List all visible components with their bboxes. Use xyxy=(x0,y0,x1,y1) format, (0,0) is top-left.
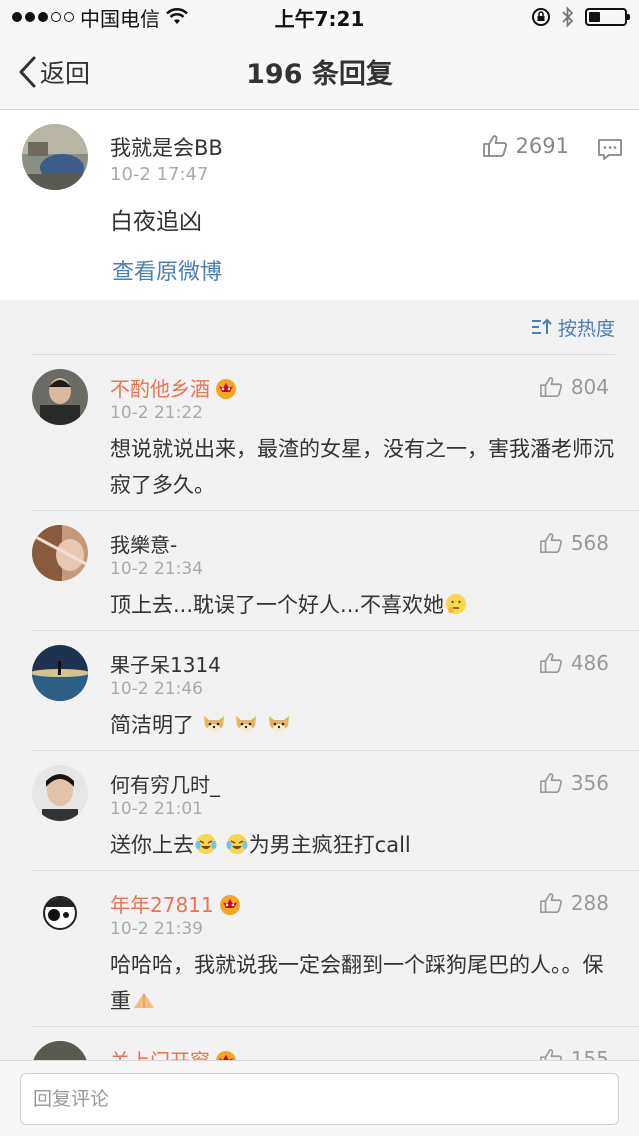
post-time: 10-2 17:47 xyxy=(110,164,209,185)
sort-toggle[interactable]: 按热度 xyxy=(0,300,639,354)
post-username[interactable]: 我就是会BB xyxy=(110,132,223,162)
like-button[interactable]: 2691 xyxy=(482,134,569,158)
battery-icon xyxy=(585,8,630,26)
status-bar: 中国电信 上午7:21 xyxy=(0,0,639,34)
comment-list: 不酌他乡酒 10-2 21:22 想说就说出来，最渣的女星，没有之一，害我潘老师沉寂… xyxy=(0,355,639,1107)
thumbs-up-icon xyxy=(539,773,562,793)
chevron-left-icon xyxy=(19,56,36,87)
comment-time: 10-2 21:34 xyxy=(110,559,203,579)
username-text: 年年27811 xyxy=(110,893,214,917)
thumbs-up-icon xyxy=(539,893,562,913)
avatar[interactable] xyxy=(32,369,88,425)
thumbs-up-icon xyxy=(539,653,562,673)
status-left: 中国电信 xyxy=(12,3,188,32)
comment-item[interactable]: 果子呆1314 10-2 21:46 简洁明了 486 xyxy=(32,631,639,751)
comment-username[interactable]: 果子呆1314 xyxy=(110,649,221,678)
status-time: 上午7:21 xyxy=(274,6,365,31)
nav-bar: 返回 196 条回复 xyxy=(0,34,639,110)
like-count: 568 xyxy=(570,531,609,555)
comment-time: 10-2 21:46 xyxy=(110,679,203,699)
comment-text: 送你上去 为男主疯狂打call xyxy=(110,827,615,863)
page-title: 196 条回复 xyxy=(246,59,393,90)
username-text: 果子呆1314 xyxy=(110,653,221,677)
avatar[interactable] xyxy=(32,525,88,581)
comment-item[interactable]: 我樂意- 10-2 21:34 顶上去...耽误了一个好人...不喜欢她 568 xyxy=(32,511,639,631)
thumbs-up-icon xyxy=(482,135,507,157)
like-button[interactable]: 804 xyxy=(539,375,609,399)
carrier-name: 中国电信 xyxy=(80,6,160,31)
reply-bar xyxy=(0,1060,639,1136)
thumbs-up-icon xyxy=(539,377,562,397)
bluetooth-icon xyxy=(562,6,574,28)
username-text: 不酌他乡酒 xyxy=(110,377,210,401)
comment-item[interactable]: 不酌他乡酒 10-2 21:22 想说就说出来，最渣的女星，没有之一，害我潘老师沉寂… xyxy=(32,355,639,511)
sort-icon xyxy=(531,318,552,334)
post-text: 白夜追凶 xyxy=(110,209,202,235)
comment-button[interactable] xyxy=(597,138,623,166)
avatar[interactable] xyxy=(32,765,88,821)
laugh-cry-emoji-icon xyxy=(195,834,217,854)
comment-item[interactable]: 年年27811 10-2 21:39 哈哈哈，我就说我一定会翻到一个踩狗尾巴的人。。… xyxy=(32,871,639,1027)
comment-text: 顶上去...耽误了一个好人...不喜欢她 xyxy=(110,587,615,623)
thumbs-up-icon xyxy=(539,533,562,553)
like-count: 288 xyxy=(570,891,609,915)
doge-emoji-icon xyxy=(203,716,224,732)
view-original-link[interactable]: 查看原微博 xyxy=(112,254,222,286)
comment-username[interactable]: 何有穷几时_ xyxy=(110,769,220,798)
comment-text: 哈哈哈，我就说我一定会翻到一个踩狗尾巴的人。。保重 xyxy=(110,947,615,1019)
username-text: 我樂意- xyxy=(110,533,178,557)
like-count: 486 xyxy=(570,651,609,675)
like-count: 804 xyxy=(570,375,609,399)
comment-time: 10-2 21:01 xyxy=(110,799,203,819)
sort-label: 按热度 xyxy=(557,317,615,340)
rotation-lock-icon xyxy=(532,8,550,26)
username-text: 何有穷几时_ xyxy=(110,773,220,797)
comment-username[interactable]: 不酌他乡酒 xyxy=(110,373,238,402)
avatar[interactable] xyxy=(32,645,88,701)
back-button[interactable]: 返回 xyxy=(0,54,90,90)
comment-text-part: 顶上去...耽误了一个好人...不喜欢她 xyxy=(110,593,445,617)
like-button[interactable]: 568 xyxy=(539,531,609,555)
comment-username[interactable]: 我樂意- xyxy=(110,529,177,558)
vip-crown-icon xyxy=(216,378,236,399)
pray-emoji-icon xyxy=(134,993,154,1008)
like-button[interactable]: 288 xyxy=(539,891,609,915)
original-comment: 我就是会BB 10-2 17:47 白夜追凶 查看原微博 2691 xyxy=(0,110,639,300)
comment-time: 10-2 21:39 xyxy=(110,919,203,939)
wifi-icon xyxy=(166,8,188,24)
avatar[interactable] xyxy=(22,124,88,190)
thinking-emoji-icon xyxy=(446,594,467,614)
comment-icon xyxy=(598,139,622,160)
comment-username[interactable]: 年年27811 xyxy=(110,889,242,918)
doge-emoji-icon xyxy=(236,716,257,732)
comment-text-part: 想说就说出来，最渣的女星，没有之一，害我潘老师沉寂了多久。 xyxy=(110,437,614,497)
comment-text-part: 送你上去 xyxy=(110,833,194,857)
like-button[interactable]: 356 xyxy=(539,771,609,795)
signal-strength-icon xyxy=(12,12,74,22)
like-button[interactable]: 486 xyxy=(539,651,609,675)
comment-item[interactable]: 何有穷几时_ 10-2 21:01 送你上去 为男主疯狂打call 356 xyxy=(32,751,639,871)
avatar[interactable] xyxy=(32,885,88,941)
status-right xyxy=(531,6,630,28)
comment-text-part: 为男主疯狂打call xyxy=(248,833,411,857)
like-count: 2691 xyxy=(515,134,569,158)
comment-text: 想说就说出来，最渣的女星，没有之一，害我潘老师沉寂了多久。 xyxy=(110,431,615,503)
laugh-cry-emoji-icon xyxy=(226,834,248,854)
comment-text-part: 哈哈哈，我就说我一定会翻到一个踩狗尾巴的人。。保重 xyxy=(110,953,604,1013)
vip-crown-icon xyxy=(219,894,240,915)
like-count: 356 xyxy=(570,771,609,795)
back-label: 返回 xyxy=(40,58,91,88)
comment-text: 简洁明了 xyxy=(110,707,615,743)
comment-text-part: 简洁明了 xyxy=(110,713,194,737)
reply-input[interactable] xyxy=(20,1073,619,1125)
comment-time: 10-2 21:22 xyxy=(110,403,203,423)
doge-emoji-icon xyxy=(269,716,290,732)
